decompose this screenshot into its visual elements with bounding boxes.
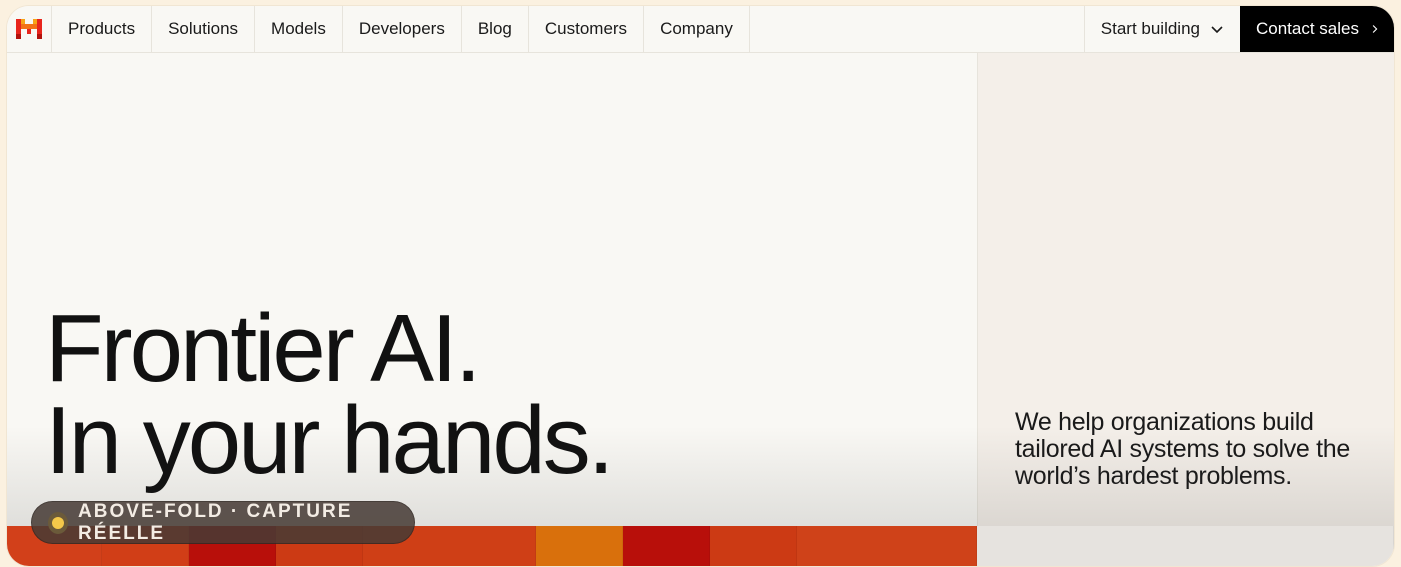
hero-tagline: We help organizations build tailored AI … — [1015, 408, 1351, 490]
nav-solutions[interactable]: Solutions — [152, 6, 256, 52]
capture-badge: ABOVE-FOLD · CAPTURE RÉELLE — [31, 501, 415, 544]
nav-developers[interactable]: Developers — [343, 6, 462, 52]
browser-frame: Products Solutions Models Developers Blo… — [7, 6, 1394, 566]
mistral-logo-icon — [16, 19, 42, 39]
nav-products[interactable]: Products — [52, 6, 153, 52]
contact-sales-label: Contact sales — [1256, 19, 1359, 38]
hero-right-panel: We help organizations build tailored AI … — [977, 53, 1394, 526]
start-building-dropdown[interactable]: Start building — [1083, 6, 1240, 52]
top-navbar: Products Solutions Models Developers Blo… — [7, 6, 1394, 53]
capture-badge-label: ABOVE-FOLD · CAPTURE RÉELLE — [78, 500, 353, 544]
status-dot-icon — [48, 511, 69, 534]
nav-company[interactable]: Company — [644, 6, 750, 52]
color-block — [977, 526, 1394, 566]
color-block — [623, 526, 710, 566]
start-building-label: Start building — [1100, 19, 1200, 38]
brand-logo[interactable] — [7, 6, 52, 52]
nav-blog[interactable]: Blog — [462, 6, 529, 52]
color-block — [536, 526, 623, 566]
hero-headline: Frontier AI. In your hands. — [45, 295, 614, 494]
hero-left-panel: Frontier AI. In your hands. — [7, 53, 977, 526]
nav-models[interactable]: Models — [255, 6, 343, 52]
color-block — [797, 526, 977, 566]
contact-sales-button[interactable]: Contact sales — [1240, 6, 1394, 52]
nav-customers[interactable]: Customers — [529, 6, 645, 52]
chevron-right-icon — [1372, 25, 1378, 33]
chevron-down-icon — [1211, 26, 1223, 34]
color-block — [710, 526, 797, 566]
